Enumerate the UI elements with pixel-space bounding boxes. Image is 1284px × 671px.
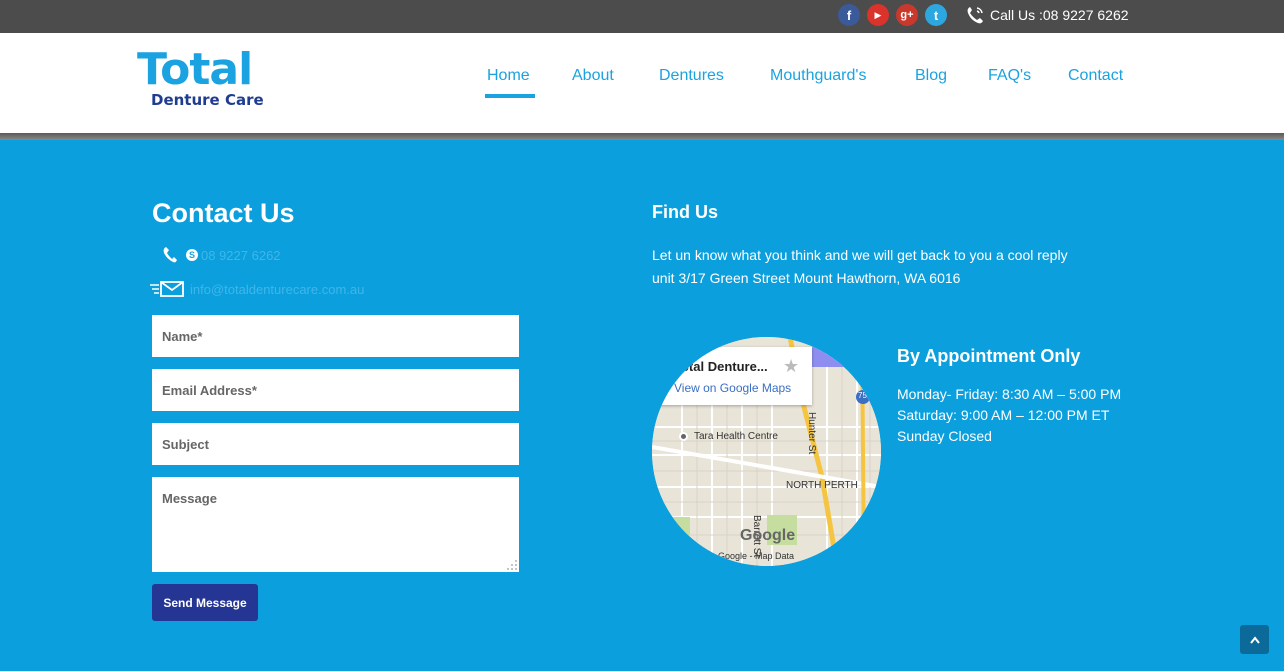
logo-total-text: Total xyxy=(137,44,253,95)
nav-home[interactable]: Home xyxy=(487,67,530,85)
subject-input[interactable] xyxy=(152,423,519,465)
phone-icon xyxy=(163,247,177,263)
youtube-icon[interactable]: ▶ xyxy=(867,4,889,26)
twitter-icon[interactable]: t xyxy=(925,4,947,26)
logo-denture-care-text: Denture Care xyxy=(151,91,264,109)
map-card-title: Total Denture... xyxy=(674,359,768,374)
contact-phone-row: S 08 9227 6262 xyxy=(162,244,281,266)
nav-dentures[interactable]: Dentures xyxy=(659,67,724,85)
nav-contact[interactable]: Contact xyxy=(1068,67,1123,85)
nav-blog[interactable]: Blog xyxy=(915,67,947,85)
contact-us-heading: Contact Us xyxy=(152,198,295,228)
chevron-up-icon xyxy=(1249,635,1260,644)
facebook-icon[interactable]: f xyxy=(838,4,860,26)
name-input[interactable] xyxy=(152,315,519,357)
nav-mouthguards[interactable]: Mouthguard's xyxy=(770,67,866,85)
hours-weekday: Monday- Friday: 8:30 AM – 5:00 PM xyxy=(897,386,1122,402)
message-textarea[interactable] xyxy=(152,477,519,572)
top-bar: f ▶ g+ t Call Us :08 9227 6262 xyxy=(0,0,1284,33)
phone-icon xyxy=(967,7,983,24)
skype-icon: S xyxy=(186,249,198,261)
email-icon xyxy=(150,281,184,297)
hours-saturday: Saturday: 9:00 AM – 12:00 PM ET xyxy=(897,407,1110,423)
find-us-heading: Find Us xyxy=(652,202,718,222)
nav-faqs[interactable]: FAQ's xyxy=(988,67,1031,85)
email-input[interactable] xyxy=(152,369,519,411)
appointment-heading: By Appointment Only xyxy=(897,346,1081,366)
find-us-message: Let un know what you think and we will g… xyxy=(652,247,1068,263)
contact-email-row: info@totaldenturecare.com.au xyxy=(150,279,364,299)
google-logo: Google xyxy=(740,527,796,544)
view-on-google-maps-link[interactable]: View on Google Maps xyxy=(674,381,791,395)
star-icon[interactable]: ★ xyxy=(783,356,799,377)
map-label-north-perth: NORTH PERTH xyxy=(786,480,858,491)
hours-sunday: Sunday Closed xyxy=(897,428,992,444)
resize-grip-icon[interactable] xyxy=(506,559,518,571)
map-pin-icon[interactable] xyxy=(679,432,688,441)
google-plus-icon[interactable]: g+ xyxy=(896,4,918,26)
google-map[interactable]: Total Denture... ★ View on Google Maps T… xyxy=(652,337,881,566)
contact-phone-link[interactable]: 08 9227 6262 xyxy=(201,248,281,263)
header-divider xyxy=(0,133,1284,140)
find-us-address: unit 3/17 Green Street Mount Hawthorn, W… xyxy=(652,270,961,286)
nav-active-indicator xyxy=(485,94,535,98)
site-header: Total Denture Care Home About Dentures M… xyxy=(0,33,1284,133)
logo[interactable]: Total Denture Care xyxy=(137,46,287,110)
map-info-card: Total Denture... ★ View on Google Maps xyxy=(652,347,812,405)
call-us-text: Call Us :08 9227 6262 xyxy=(990,7,1129,23)
map-data-footer: Google - Map Data xyxy=(718,551,795,561)
nav-about[interactable]: About xyxy=(572,67,614,85)
back-to-top-button[interactable] xyxy=(1240,625,1269,654)
map-label-hunter: Hunter St xyxy=(806,412,817,455)
map-label-health: Tara Health Centre xyxy=(694,431,778,442)
send-message-button[interactable]: Send Message xyxy=(152,584,258,621)
contact-email-link[interactable]: info@totaldenturecare.com.au xyxy=(190,282,364,297)
map-route-badge: 75 xyxy=(858,391,867,400)
